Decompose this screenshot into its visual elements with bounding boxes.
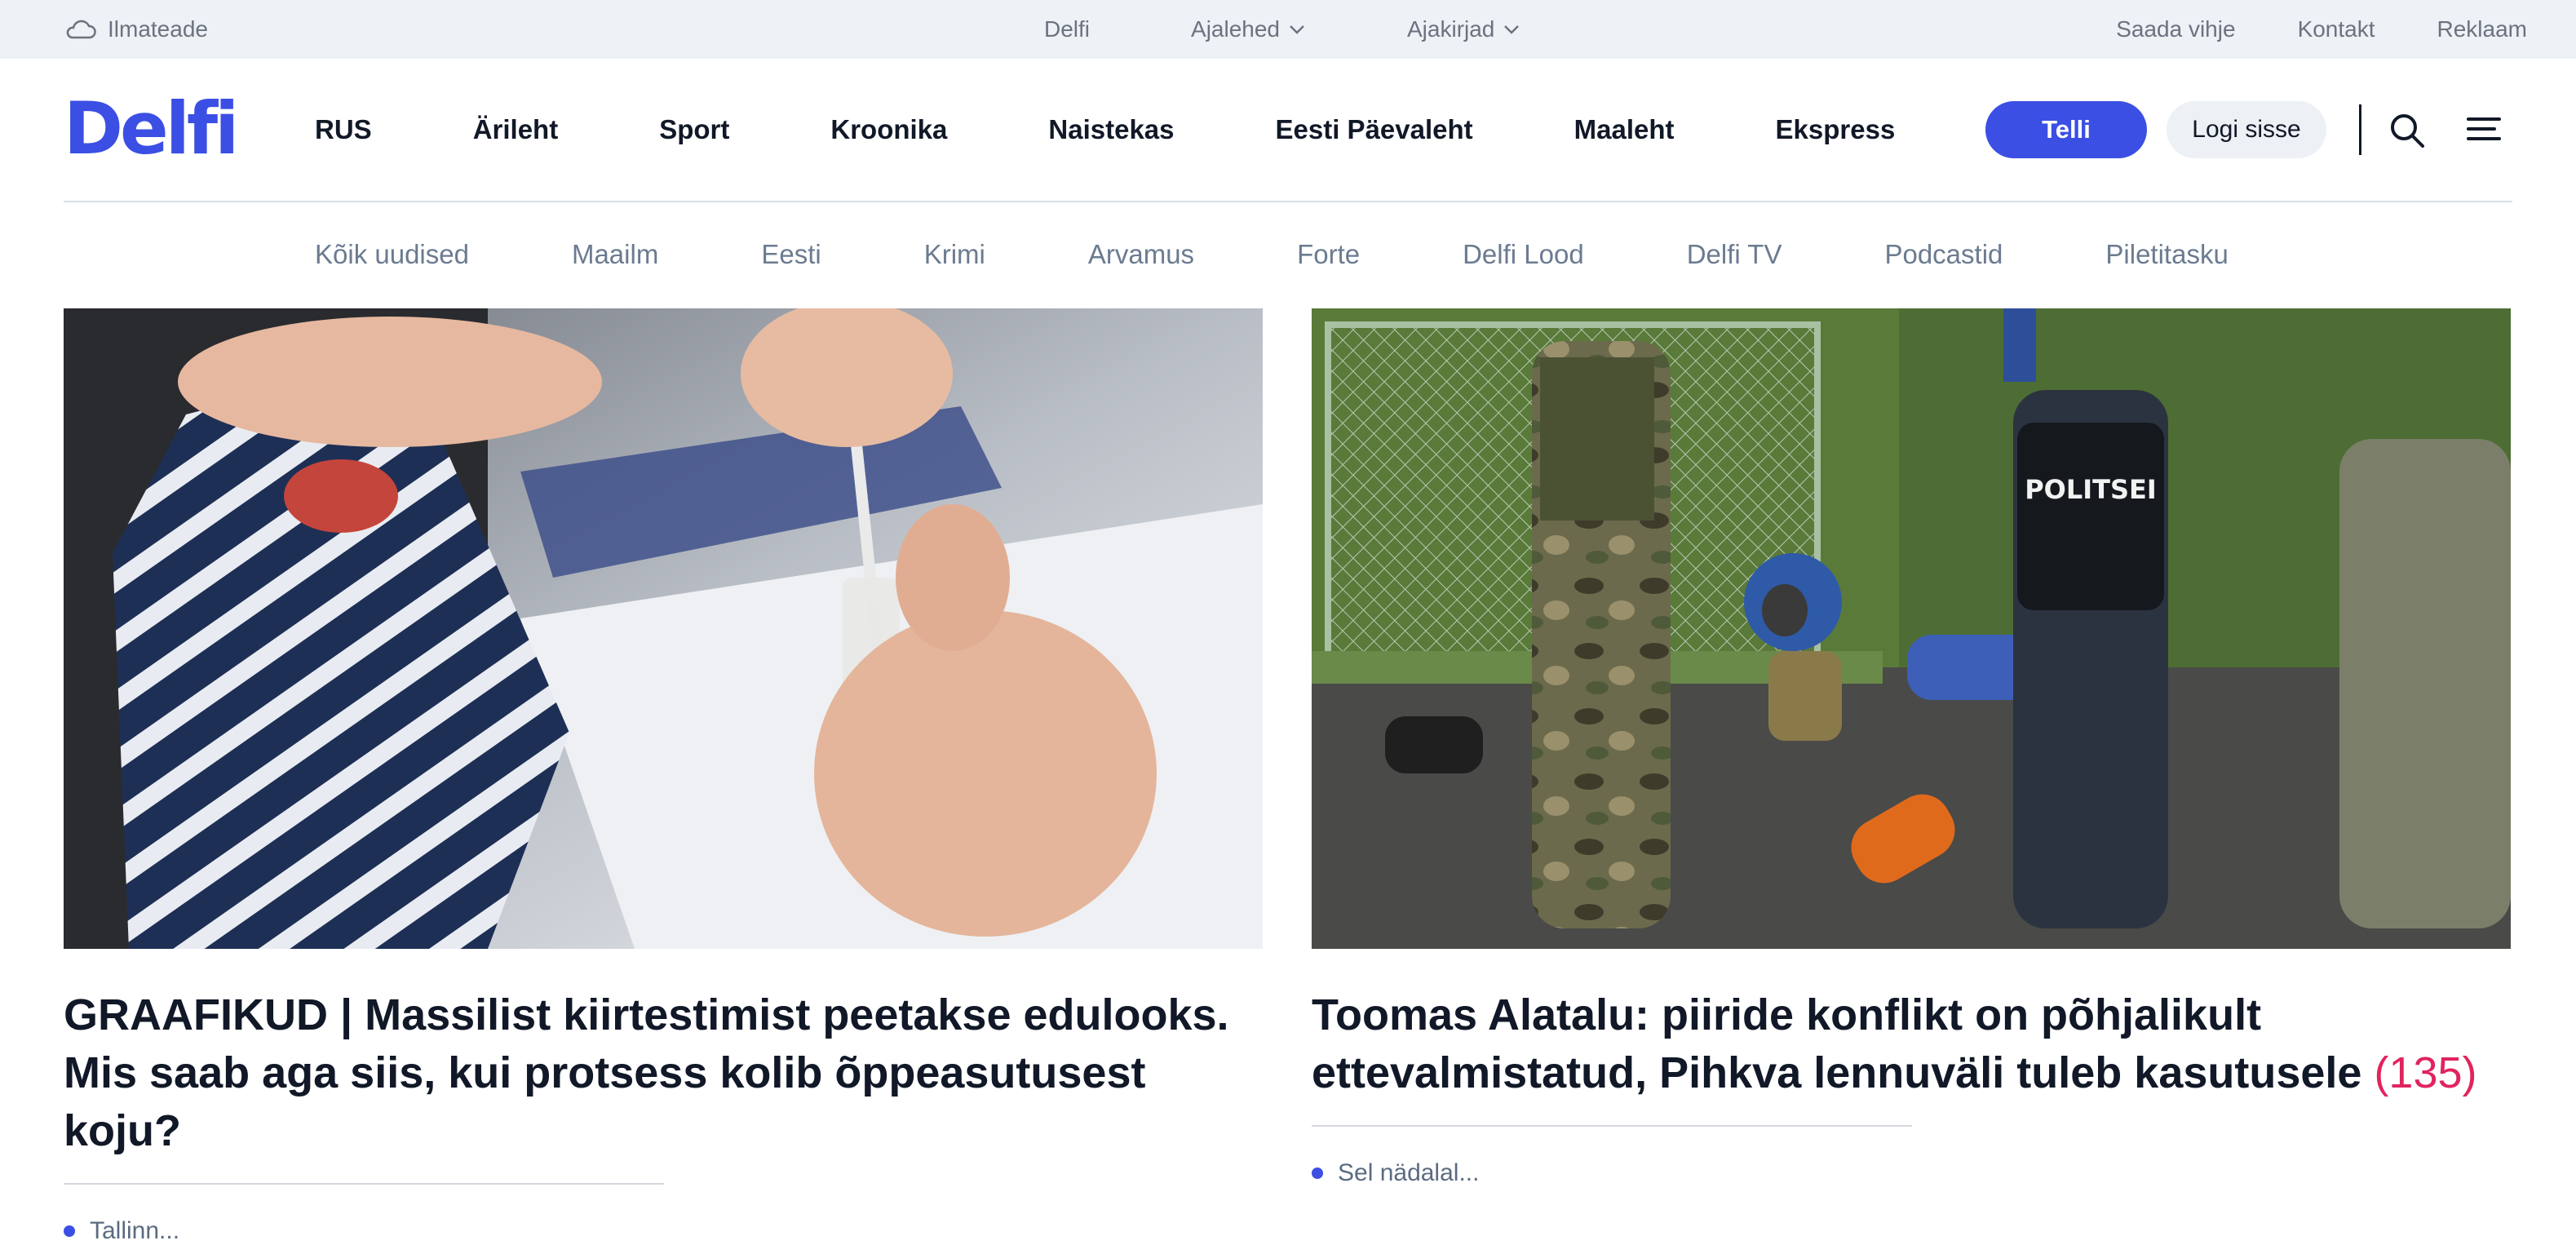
- article-divider: [64, 1183, 664, 1185]
- article-photo[interactable]: POLITSEI: [1312, 308, 2511, 949]
- section-item-podcasts[interactable]: Podcastid: [1884, 239, 2003, 270]
- lead-text: Sel nädalal...: [1338, 1159, 1480, 1186]
- bullet-dot: [1312, 1167, 1323, 1179]
- article-lead: Tallinn...: [64, 1217, 1263, 1245]
- article-divider: [1312, 1125, 1912, 1127]
- bullet-dot: [64, 1225, 75, 1237]
- rapid-test-photo: [64, 308, 1263, 949]
- weather-label: Ilmateade: [108, 16, 208, 42]
- section-item-estonia[interactable]: Eesti: [761, 239, 821, 270]
- nav-item-arileht[interactable]: Ärileht: [473, 114, 559, 145]
- article-card[interactable]: POLITSEI Toomas Alatalu: piiride konflik…: [1312, 308, 2511, 1187]
- network-menu: Delfi Ajalehed Ajakirjad: [1044, 0, 1622, 59]
- section-item-all-news[interactable]: Kõik uudised: [315, 239, 469, 270]
- utility-links: Saada vihje Kontakt Reklaam: [2116, 0, 2527, 59]
- section-nav: Kõik uudised Maailm Eesti Krimi Arvamus …: [315, 222, 2331, 287]
- comment-count[interactable]: (135): [2374, 1048, 2476, 1097]
- headline-text: GRAAFIKUD | Massilist kiirtestimist peet…: [64, 990, 1229, 1155]
- network-link-label: Delfi: [1044, 16, 1091, 42]
- network-dropdown-ajakirjad[interactable]: Ajakirjad: [1407, 16, 1520, 42]
- article-headline[interactable]: Toomas Alatalu: piiride konflikt on põhj…: [1312, 986, 2511, 1102]
- search-icon[interactable]: [2388, 112, 2426, 149]
- advertise-link[interactable]: Reklaam: [2437, 16, 2527, 42]
- send-tip-link[interactable]: Saada vihje: [2116, 16, 2235, 42]
- section-item-forte[interactable]: Forte: [1297, 239, 1360, 270]
- section-item-delfi-tv[interactable]: Delfi TV: [1687, 239, 1782, 270]
- headline-text: Toomas Alatalu: piiride konflikt on põhj…: [1312, 990, 2362, 1097]
- section-item-world[interactable]: Maailm: [572, 239, 658, 270]
- section-item-delfi-lood[interactable]: Delfi Lood: [1463, 239, 1584, 270]
- nav-item-rus[interactable]: RUS: [315, 114, 372, 145]
- chevron-down-icon: [1504, 25, 1520, 34]
- nav-item-eesti-paevaleht[interactable]: Eesti Päevaleht: [1276, 114, 1473, 145]
- nav-item-naistekas[interactable]: Naistekas: [1048, 114, 1174, 145]
- main-header: Delfi RUS Ärileht Sport Kroonika Naistek…: [64, 59, 2512, 202]
- cloud-icon: [66, 20, 96, 39]
- subscribe-button[interactable]: Telli: [1985, 101, 2147, 158]
- lead-text: Tallinn...: [90, 1217, 180, 1244]
- section-item-opinion[interactable]: Arvamus: [1088, 239, 1194, 270]
- contact-link[interactable]: Kontakt: [2298, 16, 2375, 42]
- article-photo[interactable]: [64, 308, 1263, 949]
- section-item-piletitasku[interactable]: Piletitasku: [2105, 239, 2228, 270]
- weather-link[interactable]: Ilmateade: [64, 0, 208, 59]
- menu-icon[interactable]: [2465, 113, 2503, 145]
- network-link-delfi[interactable]: Delfi: [1044, 16, 1090, 42]
- nav-item-maaleht[interactable]: Maaleht: [1574, 114, 1675, 145]
- delfi-logo[interactable]: Delfi: [64, 93, 239, 165]
- network-dropdown-ajalehed[interactable]: Ajalehed: [1191, 16, 1306, 42]
- section-item-crime[interactable]: Krimi: [924, 239, 985, 270]
- main-nav: RUS Ärileht Sport Kroonika Naistekas Ees…: [315, 59, 1996, 201]
- login-button[interactable]: Logi sisse: [2167, 101, 2326, 158]
- politsei-vest-label: POLITSEI: [2025, 474, 2157, 505]
- nav-item-sport[interactable]: Sport: [659, 114, 729, 145]
- nav-item-ekspress[interactable]: Ekspress: [1776, 114, 1896, 145]
- network-link-label: Ajalehed: [1191, 16, 1280, 42]
- network-link-label: Ajakirjad: [1407, 16, 1495, 42]
- article-lead: Sel nädalal...: [1312, 1159, 2511, 1187]
- chevron-down-icon: [1290, 25, 1304, 34]
- header-divider: [2359, 104, 2361, 155]
- border-police-photo: POLITSEI: [1312, 308, 2511, 949]
- nav-item-kroonika[interactable]: Kroonika: [830, 114, 947, 145]
- article-headline[interactable]: GRAAFIKUD | Massilist kiirtestimist peet…: [64, 986, 1263, 1160]
- utility-bar: Ilmateade Delfi Ajalehed Ajakirjad Saada…: [0, 0, 2576, 59]
- article-card[interactable]: GRAAFIKUD | Massilist kiirtestimist peet…: [64, 308, 1263, 1245]
